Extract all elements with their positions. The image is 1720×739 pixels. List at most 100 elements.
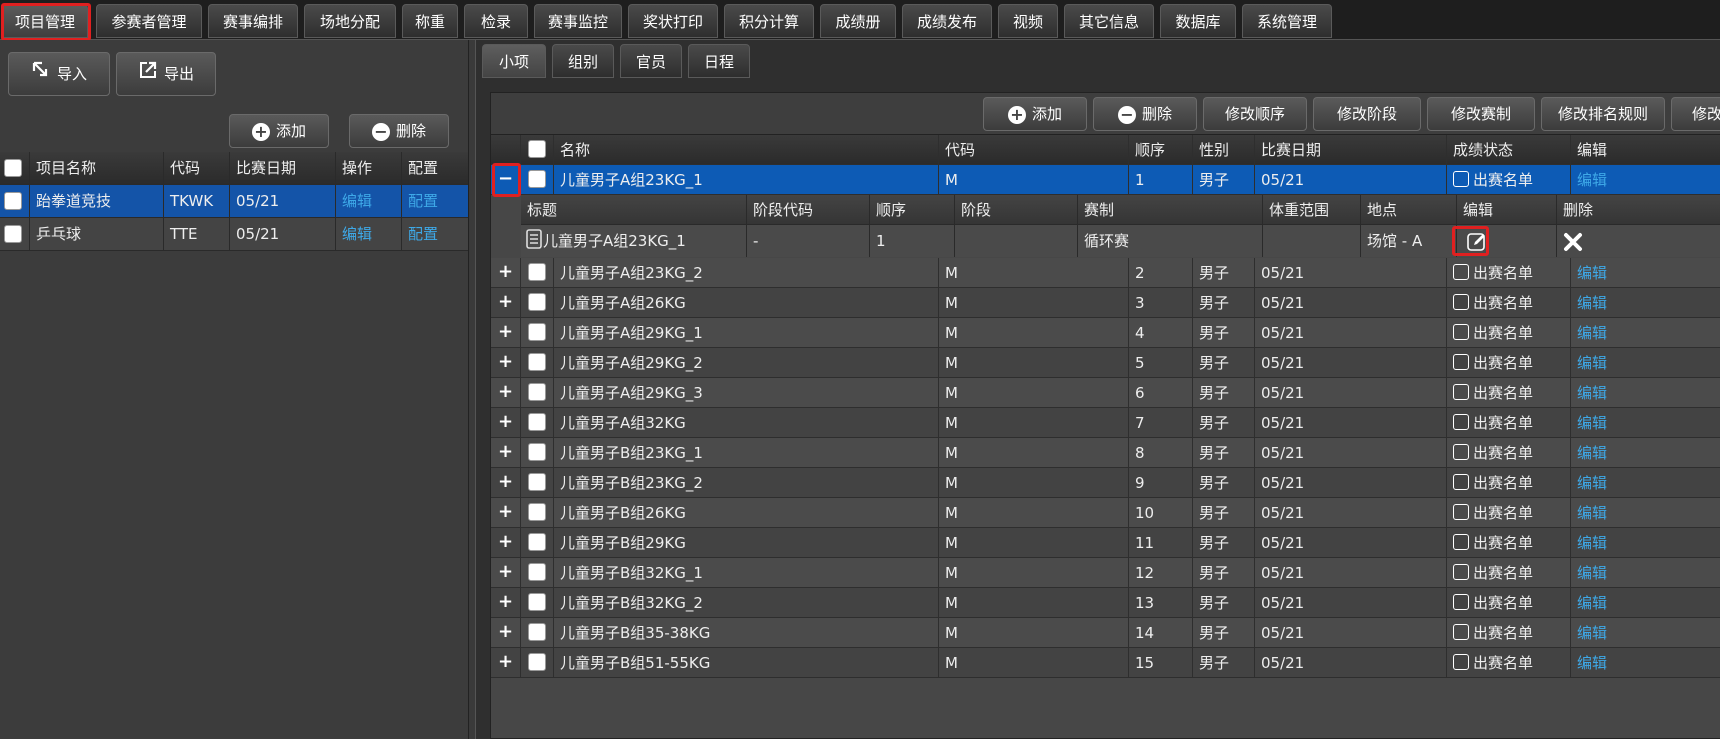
expand-icon[interactable]: + (491, 648, 521, 678)
menu-tab-results-book[interactable]: 成绩册 (820, 4, 896, 38)
select-all-checkbox[interactable] (528, 140, 546, 158)
event-status[interactable]: 出赛名单 (1447, 558, 1571, 588)
event-status[interactable]: 出赛名单 (1447, 378, 1571, 408)
row-checkbox[interactable] (528, 473, 546, 491)
edit-link[interactable]: 编辑 (1571, 528, 1720, 558)
expand-icon[interactable]: + (491, 318, 521, 348)
edit-link[interactable]: 编辑 (1571, 318, 1720, 348)
expand-icon[interactable]: + (491, 588, 521, 618)
modify-format-button[interactable]: 修改赛制 (1427, 97, 1535, 131)
event-status[interactable]: 出赛名单 (1447, 438, 1571, 468)
edit-link[interactable]: 编辑 (1571, 468, 1720, 498)
table-row[interactable]: + 儿童男子A组29KG_3 M 6 男子 05/21 出赛名单 编辑 (491, 378, 1720, 408)
table-row[interactable]: + 儿童男子B组32KG_2 M 13 男子 05/21 出赛名单 编辑 (491, 588, 1720, 618)
pencil-edit-icon[interactable] (1467, 231, 1489, 257)
menu-tab-scheduling[interactable]: 赛事编排 (208, 4, 298, 38)
event-status[interactable]: 出赛名单 (1447, 165, 1571, 195)
expand-icon[interactable]: + (491, 288, 521, 318)
select-all-checkbox[interactable] (4, 159, 22, 177)
row-checkbox[interactable] (528, 563, 546, 581)
table-row[interactable]: + 儿童男子B组32KG_1 M 12 男子 05/21 出赛名单 编辑 (491, 558, 1720, 588)
table-row[interactable]: 跆拳道竞技 TKWK 05/21 编辑 配置 (0, 185, 468, 218)
table-row[interactable]: − 儿童男子A组23KG_1 M 1 男子 05/21 出赛名单 编辑 (491, 165, 1720, 195)
import-button[interactable]: 导入 (8, 52, 110, 96)
edit-link[interactable]: 编辑 (1571, 348, 1720, 378)
edit-link[interactable]: 编辑 (1571, 378, 1720, 408)
delete-button[interactable]: − 删除 (1093, 97, 1197, 131)
edit-link[interactable]: 编辑 (1571, 165, 1720, 195)
row-checkbox[interactable] (528, 593, 546, 611)
row-checkbox[interactable] (528, 263, 546, 281)
menu-tab-monitor[interactable]: 赛事监控 (534, 4, 622, 38)
menu-tab-participants[interactable]: 参赛者管理 (96, 4, 202, 38)
edit-link[interactable]: 编辑 (336, 185, 402, 218)
event-status[interactable]: 出赛名单 (1447, 498, 1571, 528)
config-link[interactable]: 配置 (402, 185, 468, 218)
table-row[interactable]: + 儿童男子B组23KG_2 M 9 男子 05/21 出赛名单 编辑 (491, 468, 1720, 498)
event-status[interactable]: 出赛名单 (1447, 588, 1571, 618)
event-status[interactable]: 出赛名单 (1447, 348, 1571, 378)
row-checkbox[interactable] (4, 192, 22, 210)
expand-icon[interactable]: + (491, 468, 521, 498)
menu-tab-other[interactable]: 其它信息 (1064, 4, 1154, 38)
edit-link[interactable]: 编辑 (1571, 588, 1720, 618)
edit-link[interactable]: 编辑 (1571, 648, 1720, 678)
menu-tab-system[interactable]: 系统管理 (1242, 4, 1332, 38)
subtab-groups[interactable]: 组别 (552, 44, 614, 78)
menu-tab-database[interactable]: 数据库 (1160, 4, 1236, 38)
export-button[interactable]: 导出 (116, 52, 216, 96)
event-status[interactable]: 出赛名单 (1447, 528, 1571, 558)
modify-ranking-button[interactable]: 修改排名规则 (1541, 97, 1665, 131)
row-checkbox[interactable] (528, 533, 546, 551)
menu-tab-venue[interactable]: 场地分配 (304, 4, 396, 38)
expand-icon[interactable]: + (491, 408, 521, 438)
row-checkbox[interactable] (528, 653, 546, 671)
expand-icon[interactable]: + (491, 618, 521, 648)
menu-tab-project[interactable]: 项目管理 (2, 4, 88, 38)
table-row[interactable]: + 儿童男子A组32KG M 7 男子 05/21 出赛名单 编辑 (491, 408, 1720, 438)
edit-link[interactable]: 编辑 (1571, 498, 1720, 528)
edit-link[interactable]: 编辑 (1571, 288, 1720, 318)
add-button[interactable]: + 添加 (983, 97, 1087, 131)
row-checkbox[interactable] (4, 225, 22, 243)
event-status[interactable]: 出赛名单 (1447, 468, 1571, 498)
event-status[interactable]: 出赛名单 (1447, 618, 1571, 648)
table-row[interactable]: 乒乓球 TTE 05/21 编辑 配置 (0, 218, 468, 251)
menu-tab-checkin[interactable]: 检录 (464, 4, 528, 38)
row-checkbox[interactable] (528, 293, 546, 311)
expand-icon[interactable]: + (491, 348, 521, 378)
edit-link[interactable]: 编辑 (1571, 258, 1720, 288)
menu-tab-weighing[interactable]: 称重 (402, 4, 458, 38)
left-add-button[interactable]: + 添加 (229, 114, 329, 148)
expand-icon[interactable]: + (491, 378, 521, 408)
event-status[interactable]: 出赛名单 (1447, 288, 1571, 318)
edit-link[interactable]: 编辑 (1571, 618, 1720, 648)
subtab-events[interactable]: 小项 (482, 44, 546, 78)
expand-icon[interactable]: + (491, 498, 521, 528)
table-row[interactable]: + 儿童男子A组29KG_2 M 5 男子 05/21 出赛名单 编辑 (491, 348, 1720, 378)
row-checkbox[interactable] (528, 443, 546, 461)
menu-tab-video[interactable]: 视频 (998, 4, 1058, 38)
menu-tab-points[interactable]: 积分计算 (724, 4, 814, 38)
event-status[interactable]: 出赛名单 (1447, 408, 1571, 438)
event-status[interactable]: 出赛名单 (1447, 318, 1571, 348)
modify-stage-button[interactable]: 修改阶段 (1313, 97, 1421, 131)
row-checkbox[interactable] (528, 353, 546, 371)
row-checkbox[interactable] (528, 413, 546, 431)
row-checkbox[interactable] (528, 170, 546, 188)
menu-tab-certificate[interactable]: 奖状打印 (628, 4, 718, 38)
detail-row[interactable]: 儿童男子A组23KG_1 - 1 循环赛 场馆 - A (521, 225, 1720, 257)
config-link[interactable]: 配置 (402, 218, 468, 251)
row-checkbox[interactable] (528, 323, 546, 341)
modify-order-button[interactable]: 修改顺序 (1203, 97, 1307, 131)
subtab-schedule[interactable]: 日程 (688, 44, 750, 78)
table-row[interactable]: + 儿童男子A组23KG_2 M 2 男子 05/21 出赛名单 编辑 (491, 258, 1720, 288)
edit-link[interactable]: 编辑 (1571, 558, 1720, 588)
event-status[interactable]: 出赛名单 (1447, 258, 1571, 288)
table-row[interactable]: + 儿童男子A组29KG_1 M 4 男子 05/21 出赛名单 编辑 (491, 318, 1720, 348)
table-row[interactable]: + 儿童男子A组26KG M 3 男子 05/21 出赛名单 编辑 (491, 288, 1720, 318)
table-row[interactable]: + 儿童男子B组23KG_1 M 8 男子 05/21 出赛名单 编辑 (491, 438, 1720, 468)
left-delete-button[interactable]: − 删除 (349, 114, 449, 148)
table-row[interactable]: + 儿童男子B组26KG M 10 男子 05/21 出赛名单 编辑 (491, 498, 1720, 528)
menu-tab-results-publish[interactable]: 成绩发布 (902, 4, 992, 38)
